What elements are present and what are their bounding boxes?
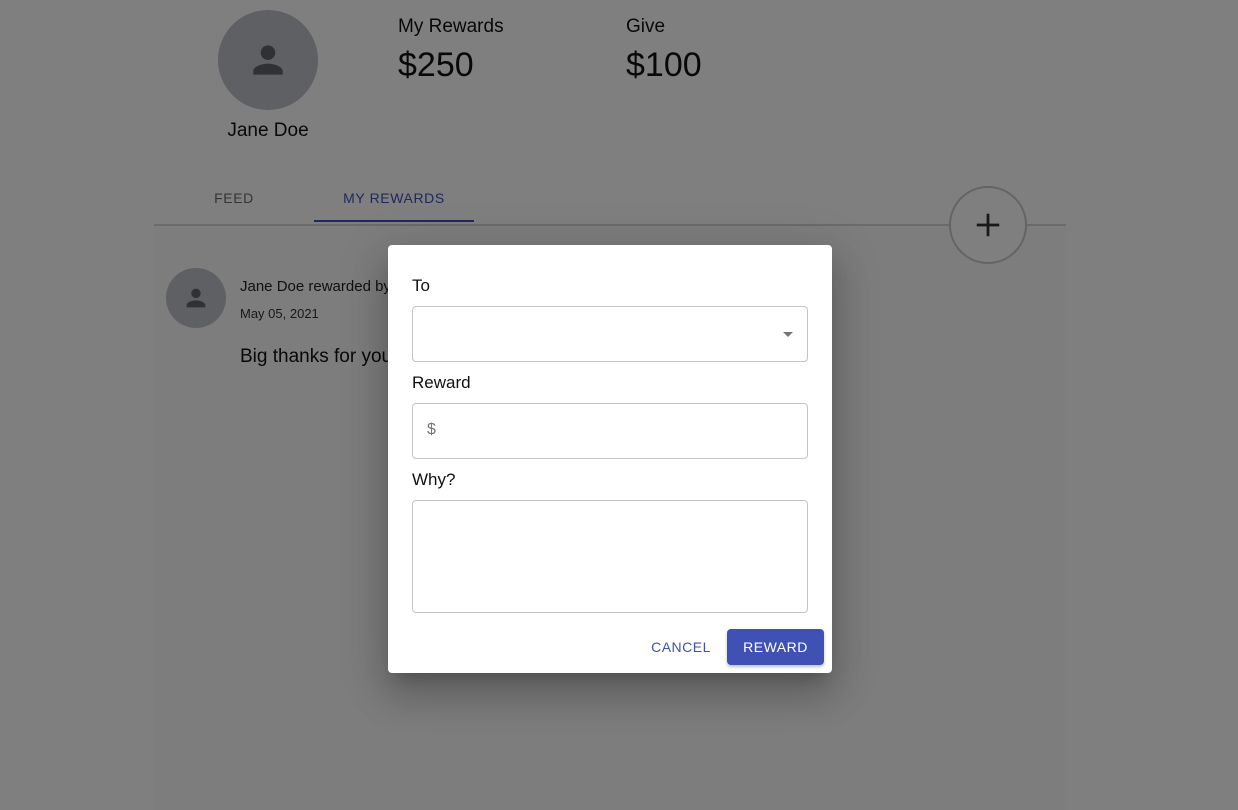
why-field: [412, 500, 808, 613]
reward-field: $: [412, 403, 808, 460]
reward-dialog: To Reward $ Why? CANCEL REWARD: [388, 245, 832, 673]
cancel-button[interactable]: CANCEL: [642, 630, 720, 664]
dollar-adornment: $: [427, 421, 436, 438]
reward-submit-button[interactable]: REWARD: [727, 629, 824, 665]
why-label: Why?: [412, 470, 456, 489]
why-textarea[interactable]: [413, 501, 807, 612]
reward-amount-input[interactable]: [443, 404, 797, 460]
rewards-page: Jane Doe My Rewards $250 Give $100 FEED …: [0, 0, 1238, 810]
chevron-down-icon: [783, 332, 793, 337]
to-select[interactable]: [412, 306, 808, 362]
reward-label: Reward: [412, 373, 471, 392]
to-label: To: [412, 276, 430, 295]
